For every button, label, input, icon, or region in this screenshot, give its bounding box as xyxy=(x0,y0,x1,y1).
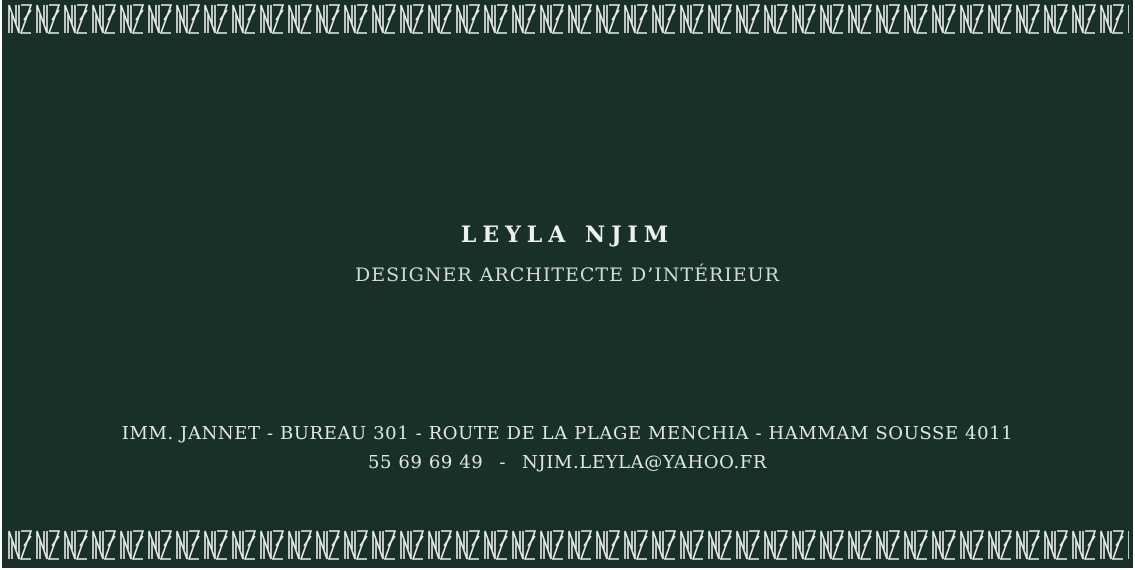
person-name: LEYLA NJIM xyxy=(460,222,675,248)
contact-separator: - xyxy=(499,452,507,473)
business-card: LEYLA NJIM DESIGNER ARCHITECTE D’INTÉRIE… xyxy=(2,0,1133,568)
job-title: DESIGNER ARCHITECTE D’INTÉRIEUR xyxy=(355,264,780,286)
address-line: IMM. JANNET - BUREAU 301 - ROUTE DE LA P… xyxy=(121,423,1014,444)
bottom-border-pattern xyxy=(6,528,1129,562)
contact-line: 55 69 69 49- NJIM.LEYLA@YAHOO.FR xyxy=(2,452,1133,473)
email-address: NJIM.LEYLA@YAHOO.FR xyxy=(522,452,768,473)
phone-number: 55 69 69 49 xyxy=(367,452,484,473)
top-border-pattern xyxy=(6,2,1129,36)
